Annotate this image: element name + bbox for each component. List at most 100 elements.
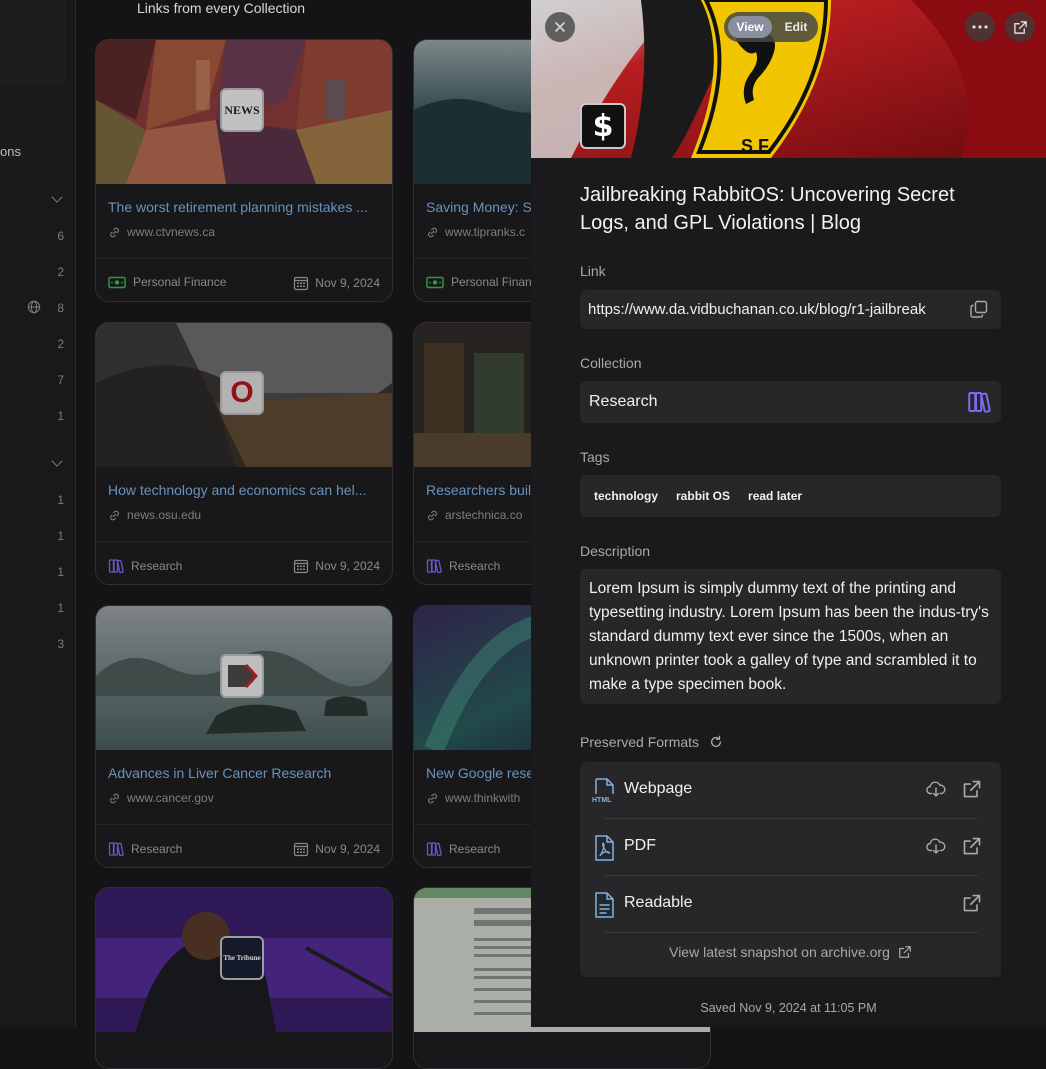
- pdf-file-icon: [595, 835, 614, 861]
- card-url[interactable]: www.thinkwith: [426, 791, 520, 805]
- card-divider: [96, 824, 392, 825]
- edit-mode-button[interactable]: Edit: [776, 16, 816, 38]
- calendar-icon: [294, 559, 309, 574]
- books-icon: [108, 559, 124, 574]
- card-url[interactable]: news.osu.edu: [108, 508, 201, 522]
- document-icon: [595, 892, 614, 918]
- format-row-webpage[interactable]: HTML Webpage: [580, 762, 1001, 819]
- chevron-down-icon[interactable]: [52, 193, 62, 203]
- tags-label: Tags: [580, 449, 610, 465]
- more-dots-icon: [972, 25, 988, 29]
- cloud-download-icon[interactable]: [926, 780, 946, 798]
- chevron-right-icon: [228, 663, 258, 689]
- collection-field[interactable]: Research: [580, 381, 1001, 423]
- card-url-text: www.tipranks.c: [445, 225, 526, 239]
- tags-field[interactable]: technology rabbit OS read later: [580, 475, 1001, 517]
- external-link-icon[interactable]: [962, 836, 982, 856]
- card-url-text: news.osu.edu: [127, 508, 202, 522]
- more-options-button[interactable]: [965, 12, 995, 42]
- sidebar: ons 6 2 8 2 7 1 1 1 1 1 3: [0, 0, 76, 1027]
- sidebar-section-label: ons: [0, 144, 21, 159]
- format-row-pdf[interactable]: PDF: [580, 819, 1001, 876]
- link-card[interactable]: O How technology and economics can hel..…: [95, 322, 393, 585]
- preserved-formats-label: Preserved Formats: [580, 734, 700, 750]
- svg-text:S F: S F: [741, 136, 769, 156]
- description-label: Description: [580, 543, 651, 559]
- card-collection[interactable]: Research: [426, 558, 500, 574]
- sidebar-top-panel: [0, 0, 66, 85]
- card-divider: [96, 541, 392, 542]
- card-collection-label: Research: [449, 559, 501, 573]
- books-icon: [426, 842, 442, 857]
- tag-chip[interactable]: read later: [748, 489, 802, 503]
- link-label: Link: [580, 263, 606, 279]
- cloud-download-icon[interactable]: [926, 837, 946, 855]
- page-heading: Links from every Collection: [137, 0, 306, 16]
- card-collection-label: Research: [131, 842, 183, 856]
- calendar-icon: [294, 276, 309, 291]
- open-external-button[interactable]: [1005, 12, 1035, 42]
- card-date: Nov 9, 2024: [293, 275, 380, 291]
- format-row-readable[interactable]: Readable: [580, 876, 1001, 933]
- card-favicon: The Tribune: [220, 936, 264, 980]
- card-collection[interactable]: Research: [108, 558, 182, 574]
- sidebar-count: 8: [57, 301, 64, 315]
- sidebar-count: 3: [57, 637, 64, 651]
- description-field[interactable]: Lorem Ipsum is simply dummy text of the …: [580, 569, 1001, 704]
- tag-chip[interactable]: technology: [594, 489, 658, 503]
- sidebar-count: 1: [57, 409, 64, 423]
- money-icon: [108, 276, 126, 288]
- sidebar-count: 1: [57, 601, 64, 615]
- link-details-drawer: S F View Edit $ Jailbreaking RabbitOS: U…: [531, 0, 1046, 1027]
- card-url[interactable]: www.tipranks.c: [426, 225, 525, 239]
- card-favicon: O: [220, 371, 264, 415]
- sidebar-count: 1: [57, 565, 64, 579]
- card-collection-label: Personal Finance: [133, 275, 227, 289]
- card-url[interactable]: arstechnica.co: [426, 508, 522, 522]
- chevron-down-icon[interactable]: [52, 457, 62, 467]
- archive-link-text: View latest snapshot on archive.org: [669, 944, 890, 960]
- card-favicon: NEWS: [220, 88, 264, 132]
- close-button[interactable]: [545, 12, 575, 42]
- sidebar-count: 2: [57, 337, 64, 351]
- card-collection[interactable]: Research: [108, 841, 182, 857]
- format-label: Readable: [624, 894, 693, 911]
- card-url-text: www.ctvnews.ca: [127, 225, 216, 239]
- card-title[interactable]: The worst retirement planning mistakes .…: [108, 199, 380, 215]
- link-icon: [428, 227, 437, 237]
- card-collection-label: Personal Finan: [451, 275, 532, 289]
- view-edit-toggle: View Edit: [724, 12, 818, 42]
- view-mode-button[interactable]: View: [728, 16, 772, 38]
- card-collection[interactable]: Personal Finance: [108, 275, 226, 289]
- link-url-field[interactable]: https://www.da.vidbuchanan.co.uk/blog/r1…: [580, 290, 1001, 329]
- card-url[interactable]: www.ctvnews.ca: [108, 225, 215, 239]
- calendar-icon: [294, 842, 309, 857]
- link-card[interactable]: NEWS The worst retirement planning mista…: [95, 39, 393, 302]
- link-card[interactable]: The Tribune: [95, 887, 393, 1069]
- card-title[interactable]: Advances in Liver Cancer Research: [108, 765, 380, 781]
- card-favicon: [220, 654, 264, 698]
- link-icon: [428, 510, 437, 520]
- link-icon: [110, 510, 119, 520]
- link-title: Jailbreaking RabbitOS: Uncovering Secret…: [580, 184, 955, 234]
- refresh-icon[interactable]: [709, 735, 723, 749]
- sidebar-active-item[interactable]: [0, 118, 66, 168]
- tag-chip[interactable]: rabbit OS: [676, 489, 730, 503]
- copy-icon[interactable]: [969, 299, 989, 319]
- card-date: Nov 9, 2024: [293, 558, 380, 574]
- saved-timestamp: Saved Nov 9, 2024 at 11:05 PM: [700, 1001, 877, 1015]
- external-link-icon[interactable]: [962, 779, 982, 799]
- link-card[interactable]: Advances in Liver Cancer Research www.ca…: [95, 605, 393, 868]
- html-file-icon: HTML: [592, 778, 614, 804]
- external-link-icon[interactable]: [962, 893, 982, 913]
- card-collection[interactable]: Personal Finan: [426, 275, 532, 289]
- card-url[interactable]: www.cancer.gov: [108, 791, 214, 805]
- favicon-text: NEWS: [224, 102, 260, 117]
- collection-label: Collection: [580, 355, 642, 371]
- globe-icon: [27, 300, 41, 314]
- archive-snapshot-link[interactable]: View latest snapshot on archive.org: [580, 944, 1001, 960]
- card-url-text: www.thinkwith: [445, 791, 521, 805]
- format-label: Webpage: [624, 780, 693, 797]
- card-collection[interactable]: Research: [426, 841, 500, 857]
- card-title[interactable]: How technology and economics can hel...: [108, 482, 380, 498]
